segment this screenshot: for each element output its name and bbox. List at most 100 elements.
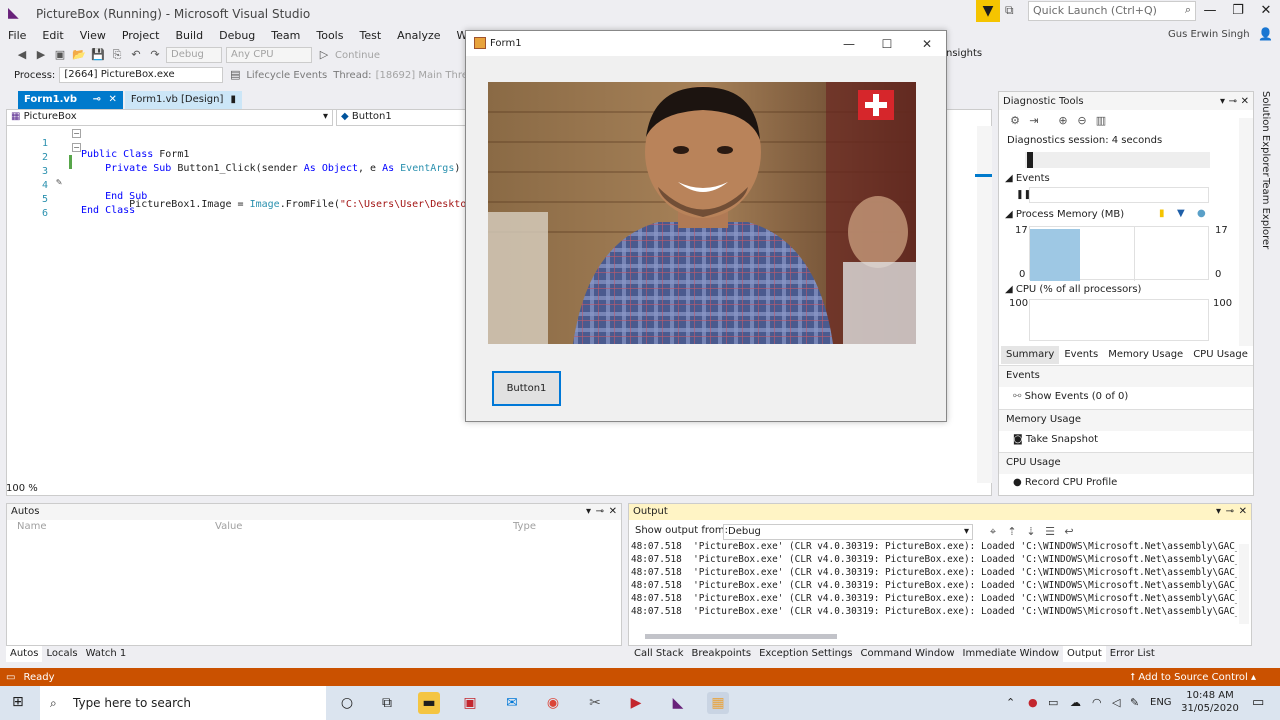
- volume-icon[interactable]: ◁: [1112, 696, 1120, 709]
- form-close-button[interactable]: ✕: [912, 35, 942, 53]
- tab-form1-design[interactable]: Form1.vb [Design] ▮: [124, 91, 243, 109]
- events-section-header[interactable]: ◢ Events: [1005, 173, 1050, 184]
- tab-breakpoints[interactable]: Breakpoints: [688, 646, 756, 662]
- form-maximize-button[interactable]: ☐: [872, 35, 902, 53]
- task-view-icon[interactable]: ⧉: [376, 692, 398, 714]
- code-line[interactable]: 2 Private Sub Button1_Click(sender As Ob…: [6, 141, 460, 174]
- output-source-select[interactable]: Debug ▾: [723, 524, 973, 540]
- save-icon[interactable]: 💾: [90, 47, 106, 63]
- tab-summary[interactable]: Summary: [1001, 346, 1060, 364]
- menu-analyze[interactable]: Analyze: [389, 29, 448, 43]
- dropdown-icon[interactable]: ▾: [1216, 506, 1221, 517]
- tab-watch-1[interactable]: Watch 1: [82, 646, 131, 662]
- settings-icon[interactable]: ⚙: [1007, 113, 1023, 129]
- application-insights-button[interactable]: nsights: [946, 48, 982, 59]
- notification-filter-icon[interactable]: ▼: [976, 0, 1000, 22]
- undo-icon[interactable]: ↶: [128, 47, 144, 63]
- code-line[interactable]: 1 Public Class Form1: [6, 127, 189, 160]
- lifecycle-events-button[interactable]: Lifecycle Events: [246, 70, 327, 81]
- dropdown-icon[interactable]: ▾: [586, 506, 591, 517]
- tab-error-list[interactable]: Error List: [1106, 646, 1159, 662]
- open-file-icon[interactable]: 📂: [71, 47, 87, 63]
- file-explorer-icon[interactable]: ▬: [418, 692, 440, 714]
- memory-section-header[interactable]: ◢ Process Memory (MB): [1005, 209, 1124, 220]
- snipping-tool-icon[interactable]: ✂: [584, 692, 606, 714]
- reset-zoom-icon[interactable]: ▥: [1093, 113, 1109, 129]
- new-project-icon[interactable]: ▣: [52, 47, 68, 63]
- maximize-button[interactable]: ❐: [1225, 2, 1251, 22]
- member-navigation-dropdown[interactable]: ◆ Button1: [336, 109, 466, 126]
- clock[interactable]: 10:48 AM 31/05/2020: [1180, 689, 1240, 715]
- menu-view[interactable]: View: [72, 29, 114, 43]
- button1[interactable]: Button1: [492, 371, 561, 406]
- gift-app-icon[interactable]: ▣: [459, 692, 481, 714]
- code-line[interactable]: 3 ✎ PictureBox1.Image = Image.FromFile("…: [6, 155, 466, 210]
- form-minimize-button[interactable]: —: [834, 35, 864, 53]
- solution-explorer-tab[interactable]: Solution Explorer: [1260, 91, 1271, 177]
- notifications-icon[interactable]: ▭: [1252, 695, 1264, 710]
- chrome-icon[interactable]: ◉: [542, 692, 564, 714]
- tab-events[interactable]: Events: [1059, 346, 1103, 364]
- tab-autos[interactable]: Autos: [6, 646, 43, 662]
- pin-icon[interactable]: ⊸: [596, 506, 604, 517]
- show-hidden-icons[interactable]: ⌃: [1006, 696, 1015, 709]
- account-icon[interactable]: 👤: [1258, 27, 1274, 43]
- platform-select[interactable]: Any CPU: [226, 47, 312, 63]
- menu-project[interactable]: Project: [114, 29, 168, 43]
- visual-studio-taskbar-icon[interactable]: ◣: [667, 692, 689, 714]
- menu-file[interactable]: File: [0, 29, 34, 43]
- cpu-section-header[interactable]: ◢ CPU (% of all processors): [1005, 284, 1141, 295]
- tab-output[interactable]: Output: [1063, 646, 1106, 662]
- go-to-previous-icon[interactable]: ⇡: [1004, 524, 1020, 540]
- lifecycle-events-icon[interactable]: ▤: [227, 67, 243, 83]
- collapse-icon[interactable]: −: [72, 129, 81, 138]
- feedback-icon[interactable]: ⧉: [1005, 3, 1023, 19]
- editor-scrollbar[interactable]: [977, 126, 992, 483]
- close-icon[interactable]: ✕: [108, 94, 116, 105]
- dropdown-icon[interactable]: ▾: [1220, 96, 1225, 107]
- media-app-icon[interactable]: ▶: [625, 692, 647, 714]
- navigate-back-icon[interactable]: ◀: [14, 47, 30, 63]
- menu-team[interactable]: Team: [263, 29, 308, 43]
- continue-icon[interactable]: ▷: [316, 47, 332, 63]
- find-message-icon[interactable]: ⌖: [985, 524, 1001, 540]
- redo-icon[interactable]: ↷: [147, 47, 163, 63]
- close-button[interactable]: ✕: [1253, 2, 1279, 22]
- tab-call-stack[interactable]: Call Stack: [630, 646, 688, 662]
- save-all-icon[interactable]: ⎘: [109, 47, 125, 63]
- code-line[interactable]: 5 End Class: [6, 183, 135, 216]
- battery-icon[interactable]: ▭: [1048, 696, 1058, 709]
- user-name[interactable]: Gus Erwin Singh: [1168, 29, 1250, 40]
- clear-all-icon[interactable]: ☰: [1042, 524, 1058, 540]
- tray-app-icon[interactable]: ●: [1028, 696, 1038, 709]
- collapse-icon[interactable]: −: [72, 143, 81, 152]
- go-to-next-icon[interactable]: ⇣: [1023, 524, 1039, 540]
- minimize-button[interactable]: —: [1197, 2, 1223, 22]
- cortana-icon[interactable]: ○: [336, 692, 358, 714]
- menu-test[interactable]: Test: [351, 29, 389, 43]
- form1-window[interactable]: Form1 — ☐ ✕ Button1: [465, 30, 947, 422]
- column-value[interactable]: Value: [215, 521, 242, 532]
- zoom-in-icon[interactable]: ⊕: [1055, 113, 1071, 129]
- close-icon[interactable]: ✕: [1241, 96, 1249, 107]
- add-to-source-control-button[interactable]: ⭡ Add to Source Control ▴: [1130, 672, 1256, 683]
- onedrive-icon[interactable]: ☁: [1070, 696, 1081, 709]
- wifi-icon[interactable]: ◠: [1092, 696, 1102, 709]
- export-icon[interactable]: ⇥: [1026, 113, 1042, 129]
- take-snapshot-button[interactable]: ◙ Take Snapshot: [1013, 434, 1098, 445]
- tab-immediate-window[interactable]: Immediate Window: [959, 646, 1064, 662]
- close-icon[interactable]: ✕: [1239, 506, 1247, 517]
- output-hscrollbar[interactable]: [645, 634, 837, 639]
- zoom-out-icon[interactable]: ⊖: [1074, 113, 1090, 129]
- output-vscrollbar[interactable]: [1239, 544, 1249, 624]
- pin-icon[interactable]: ⊸: [93, 94, 101, 105]
- tab-form1-vb[interactable]: Form1.vb ⊸ ✕: [18, 91, 123, 109]
- taskbar-search-input[interactable]: ⌕ Type here to search: [40, 686, 326, 720]
- menu-build[interactable]: Build: [167, 29, 211, 43]
- language-indicator[interactable]: ENG: [1150, 697, 1172, 708]
- close-icon[interactable]: ✕: [609, 506, 617, 517]
- tab-cpu-usage[interactable]: CPU Usage: [1188, 346, 1253, 364]
- tab-exception-settings[interactable]: Exception Settings: [755, 646, 856, 662]
- configuration-select[interactable]: Debug: [166, 47, 222, 63]
- project-navigation-dropdown[interactable]: ▦ PictureBox ▾: [6, 109, 333, 126]
